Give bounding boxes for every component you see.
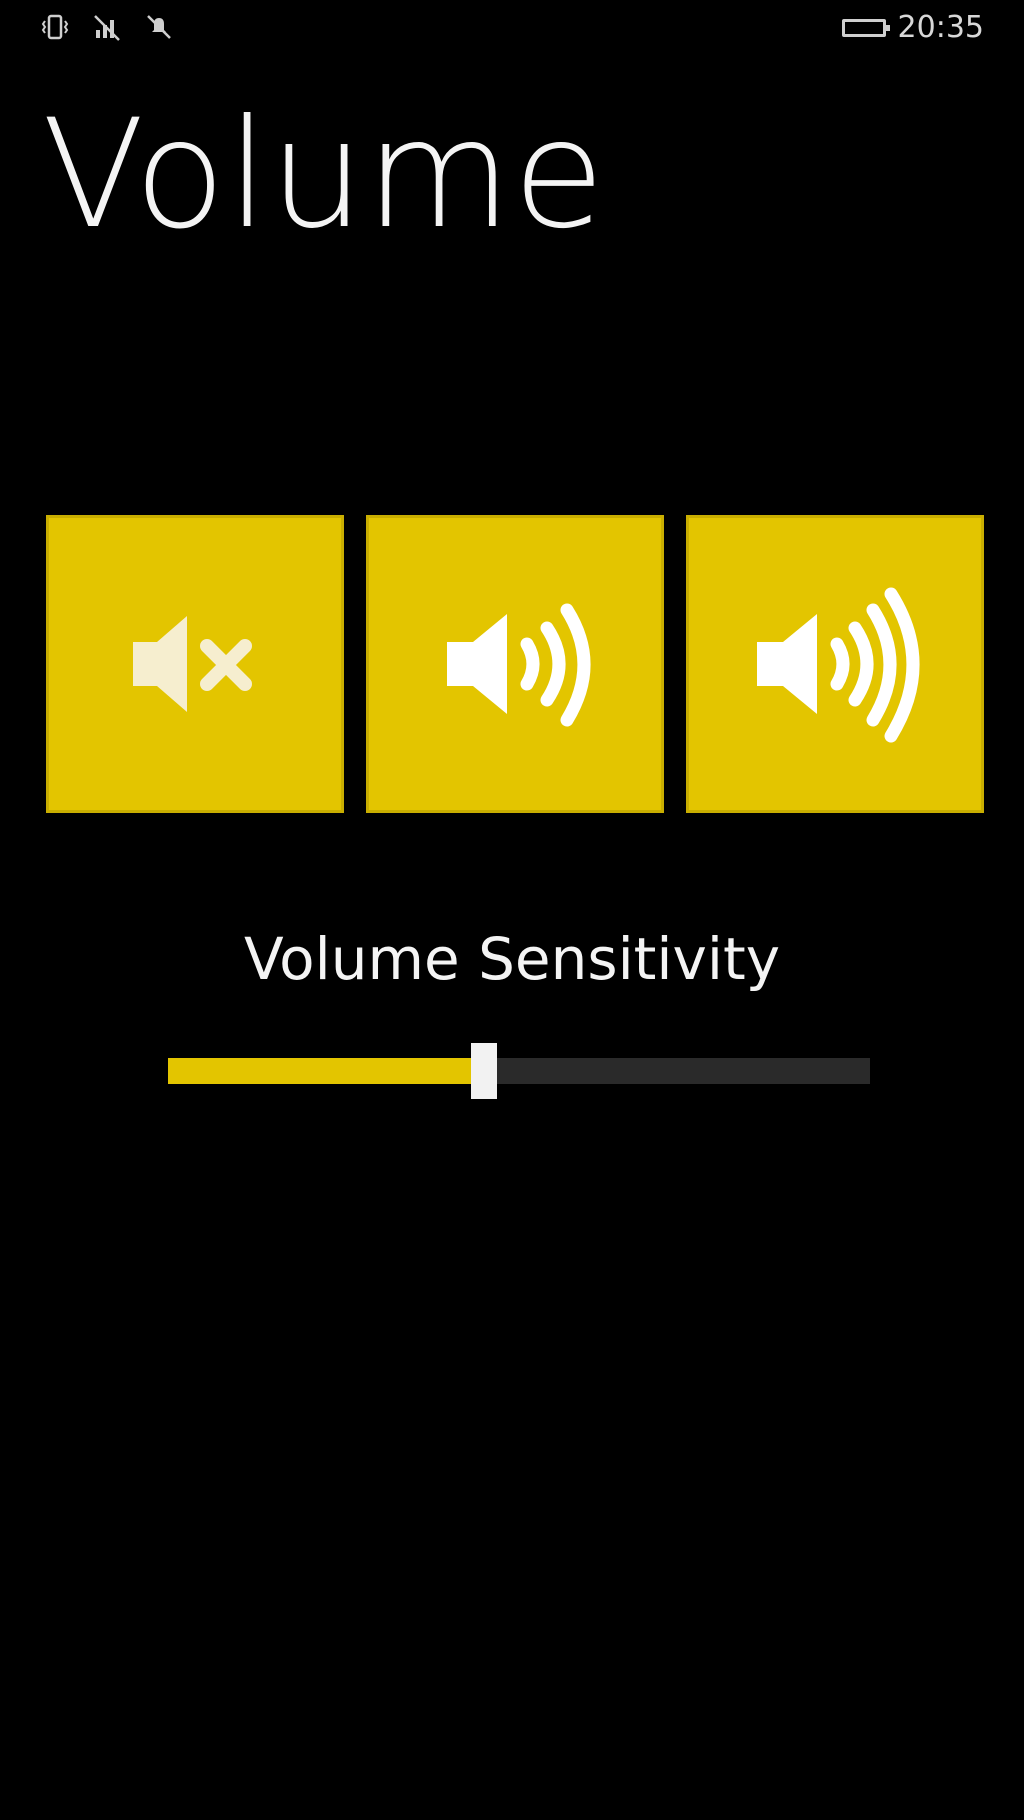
status-icons-right: 20:35 xyxy=(841,10,984,45)
volume-tiles xyxy=(46,515,984,813)
status-bar: 20:35 xyxy=(0,0,1024,56)
status-time: 20:35 xyxy=(897,10,984,45)
speaker-medium-icon xyxy=(447,603,591,727)
slider-fill xyxy=(168,1058,484,1084)
slider-thumb[interactable] xyxy=(470,1043,497,1099)
quiet-hours-icon xyxy=(147,15,171,39)
page-title: Volume xyxy=(42,88,606,262)
volume-sensitivity-slider[interactable] xyxy=(168,1043,870,1099)
speaker-mute-icon xyxy=(133,616,252,712)
vibrate-icon xyxy=(41,14,69,40)
status-icons-left xyxy=(40,12,174,42)
mute-button[interactable] xyxy=(46,515,344,813)
no-signal-icon xyxy=(94,15,120,41)
battery-icon xyxy=(841,18,890,37)
volume-sensitivity-label: Volume Sensitivity xyxy=(243,925,781,993)
medium-volume-button[interactable] xyxy=(366,515,664,813)
speaker-loud-icon xyxy=(757,587,920,743)
loud-volume-button[interactable] xyxy=(686,515,984,813)
